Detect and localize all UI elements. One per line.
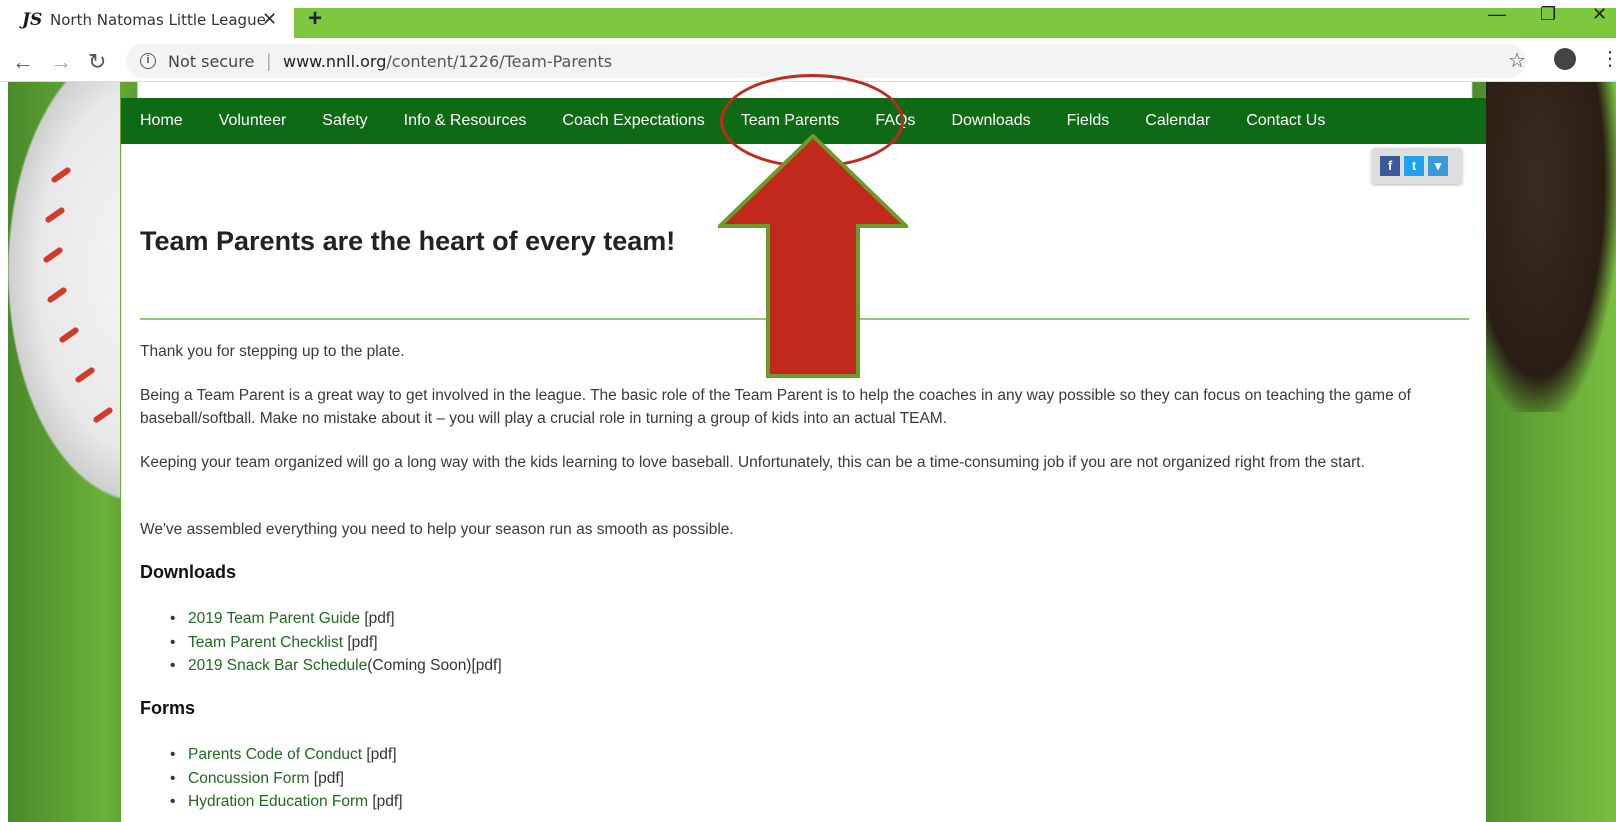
twitter-icon[interactable]: t bbox=[1404, 156, 1424, 176]
ball-stitch bbox=[50, 166, 72, 184]
more-share-icon[interactable]: ▾ bbox=[1428, 156, 1448, 176]
bookmark-star-icon[interactable]: ☆ bbox=[1508, 48, 1526, 73]
resources-paragraph: We've assembled everything you need to h… bbox=[140, 521, 734, 538]
list-item: Concussion Form [pdf] bbox=[166, 767, 403, 791]
ball-stitch bbox=[92, 406, 114, 424]
info-icon[interactable]: i bbox=[140, 53, 156, 69]
url-separator: | bbox=[266, 50, 271, 71]
new-tab-icon[interactable]: + bbox=[308, 5, 322, 33]
ball-stitch bbox=[46, 286, 68, 304]
reload-icon[interactable]: ↻ bbox=[88, 49, 106, 75]
ball-stitch bbox=[42, 246, 64, 264]
restore-icon[interactable]: ❐ bbox=[1540, 4, 1556, 25]
nav-downloads[interactable]: Downloads bbox=[951, 112, 1030, 130]
nav-volunteer[interactable]: Volunteer bbox=[219, 112, 287, 130]
url-domain: www.nnll.org bbox=[283, 51, 387, 71]
snack-bar-schedule-link[interactable]: 2019 Snack Bar Schedule bbox=[188, 657, 367, 674]
security-label: Not secure bbox=[168, 51, 255, 71]
forward-arrow-icon[interactable]: → bbox=[50, 49, 72, 75]
minimize-icon[interactable]: — bbox=[1488, 4, 1506, 25]
baseball-decoration bbox=[8, 82, 120, 502]
nav-safety[interactable]: Safety bbox=[322, 112, 367, 130]
list-item: 2019 Snack Bar Schedule(Coming Soon)[pdf… bbox=[166, 654, 502, 678]
forms-heading: Forms bbox=[140, 698, 196, 718]
team-parent-checklist-link[interactable]: Team Parent Checklist bbox=[188, 634, 343, 651]
list-item: Hydration Education Form [pdf] bbox=[166, 790, 403, 814]
account-icon[interactable] bbox=[1554, 48, 1576, 70]
browser-menu-icon[interactable]: ⋮ bbox=[1600, 46, 1616, 71]
ball-stitch bbox=[74, 366, 96, 384]
site-favicon-icon: JS bbox=[22, 10, 43, 30]
tab-strip: JS North Natomas Little League ✕ + — ❐ ✕ bbox=[0, 0, 1616, 40]
nav-home[interactable]: Home bbox=[140, 112, 183, 130]
file-type-label: [pdf] bbox=[360, 610, 395, 627]
facebook-icon[interactable]: f bbox=[1380, 156, 1400, 176]
close-window-icon[interactable]: ✕ bbox=[1592, 4, 1607, 25]
organization-paragraph: Keeping your team organized will go a lo… bbox=[140, 454, 1365, 471]
concussion-form-link[interactable]: Concussion Form bbox=[188, 770, 309, 787]
nav-info-resources[interactable]: Info & Resources bbox=[404, 112, 527, 130]
list-item: Team Parent Checklist [pdf] bbox=[166, 631, 502, 655]
nav-contact-us[interactable]: Contact Us bbox=[1246, 112, 1325, 130]
page-title: Team Parents are the heart of every team… bbox=[140, 226, 676, 256]
url-text: www.nnll.org/content/1226/Team-Parents bbox=[283, 52, 612, 71]
tab-close-icon[interactable]: ✕ bbox=[262, 9, 277, 30]
glove-decoration bbox=[1486, 82, 1616, 412]
role-paragraph: Being a Team Parent is a great way to ge… bbox=[140, 387, 1411, 427]
file-type-label: [pdf] bbox=[343, 633, 378, 651]
tab-strip-background bbox=[294, 8, 1616, 38]
team-parent-guide-link[interactable]: 2019 Team Parent Guide bbox=[188, 610, 360, 627]
browser-tab[interactable]: JS North Natomas Little League ✕ bbox=[0, 0, 294, 40]
downloads-list: 2019 Team Parent Guide [pdf] Team Parent… bbox=[166, 607, 502, 678]
code-of-conduct-link[interactable]: Parents Code of Conduct bbox=[188, 746, 362, 763]
list-item: Parents Code of Conduct [pdf] bbox=[166, 743, 403, 767]
downloads-heading: Downloads bbox=[140, 562, 237, 582]
up-arrow-icon bbox=[718, 134, 908, 378]
file-type-label: (Coming Soon)[pdf] bbox=[367, 657, 502, 674]
ball-stitch bbox=[58, 326, 80, 344]
url-path: /content/1226/Team-Parents bbox=[386, 51, 613, 71]
ball-stitch bbox=[44, 206, 66, 224]
nav-calendar[interactable]: Calendar bbox=[1145, 112, 1210, 130]
file-type-label: [pdf] bbox=[362, 746, 397, 763]
nav-coach-expectations[interactable]: Coach Expectations bbox=[562, 112, 704, 130]
nav-fields[interactable]: Fields bbox=[1067, 112, 1110, 130]
hydration-form-link[interactable]: Hydration Education Form bbox=[188, 793, 368, 810]
url-field[interactable]: i Not secure | www.nnll.org/content/1226… bbox=[126, 44, 1526, 78]
back-arrow-icon[interactable]: ← bbox=[12, 49, 34, 75]
share-widget: f t ▾ bbox=[1372, 148, 1462, 184]
tab-title: North Natomas Little League bbox=[50, 11, 266, 29]
file-type-label: [pdf] bbox=[368, 793, 403, 810]
list-item: 2019 Team Parent Guide [pdf] bbox=[166, 607, 502, 631]
file-type-label: [pdf] bbox=[309, 769, 344, 787]
forms-list: Parents Code of Conduct [pdf] Concussion… bbox=[166, 743, 403, 814]
